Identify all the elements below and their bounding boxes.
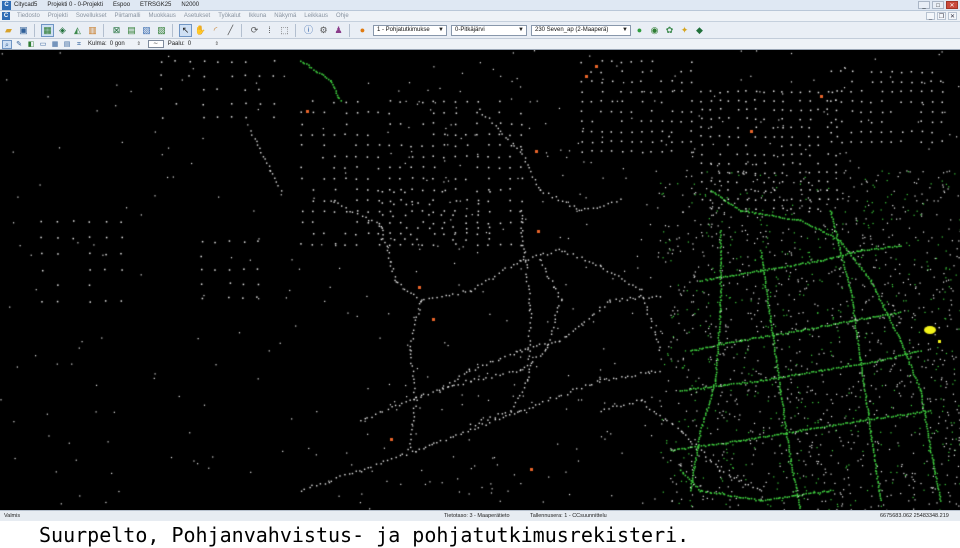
coordinate-readout: 6675683.062 25483348.219 [880,513,949,519]
zoom-icon[interactable]: ⌕ [2,39,12,49]
menu-applications[interactable]: Sovellukset [76,13,107,19]
arc-icon[interactable]: ◜ [209,24,222,37]
angle-label: Kulma: [88,41,107,47]
pencil-icon[interactable]: ✎ [14,40,24,49]
toolbar-separator [349,23,350,37]
menu-help[interactable]: Ohje [336,13,349,19]
menu-bar: C Tiedosto Projekti Sovellukset Piirtama… [0,11,960,22]
distance-spinner-icon[interactable]: ⇕ [214,40,220,48]
star-icon[interactable]: ✦ [678,24,691,37]
app-name: Citycad5 [14,2,38,8]
region-select-value: 0-Pitkäjärvi [455,27,485,33]
menu-view[interactable]: Näkymä [274,13,296,19]
menu-file[interactable]: Tiedosto [17,13,40,19]
title-bar: C Citycad5 Projekti 0 - 0-Projekti Espoo… [0,0,960,11]
pan-hand-icon[interactable]: ✋ [194,24,207,37]
close-button[interactable]: ✕ [946,1,958,9]
location-name: Espoo [113,2,131,8]
layer-icon[interactable]: ◧ [26,40,36,49]
doc-restore-button[interactable]: ❐ [937,12,946,20]
curve-toggle-icon[interactable]: ∼ [147,40,164,48]
layer-select[interactable]: 1 - Pohjatutkimukse ▼ [373,24,447,36]
help-icon[interactable]: ● [356,24,369,37]
slide-caption: Suurpelto, Pohjanvahvistus- ja pohjatutk… [0,522,960,548]
toolbar-separator [241,23,242,37]
map-view-icon[interactable]: ▤ [125,24,138,37]
maximize-button[interactable]: □ [932,1,944,9]
crs-name: ETRSGK25 [140,2,172,8]
properties-icon[interactable]: ⚙ [317,24,330,37]
doc-close-button[interactable]: ✕ [948,12,957,20]
menu-drawing-model[interactable]: Piirtamalli [115,13,141,19]
network-icon[interactable]: ✿ [663,24,676,37]
grid-icon[interactable]: ▦ [50,40,60,49]
toolbar-separator [172,23,173,37]
layer-select-value: 1 - Pohjatutkimukse [377,27,430,33]
green-globe-icon[interactable]: ● [633,24,646,37]
coord-select[interactable]: 230 Seven_ap (2-Maaperä) ▼ [531,24,631,36]
height-system: N2000 [181,2,200,8]
export-icon[interactable]: ◆ [693,24,706,37]
table-icon[interactable]: ▤ [62,40,72,49]
status-bar: Valmis Tietotaso: 3 - Maaperätieto Talle… [0,510,960,521]
menu-section[interactable]: Leikkaus [304,13,328,19]
main-toolbar: ▰ ▣ ▦ ◈ ◭ ▥ ⊠ ▤ ▧ ▨ ↖ ✋ ◜ ╱ ⟳ ⁞ ⬚ ⓘ ⚙ ♟ … [0,22,960,39]
grid-map-icon[interactable]: ▦ [41,23,54,37]
toolbar-separator [103,23,104,37]
secondary-toolbar: ⌕ ✎ ◧ ▭ ▦ ▤ ⌗ Kulma: 0 gon ⇕ ∼ Paalu: 0 … [0,39,960,50]
minimize-button[interactable]: _ [918,1,930,9]
chevron-down-icon: ▼ [518,26,524,33]
chevron-down-icon: ▼ [622,26,628,33]
box-select-icon[interactable]: ⬚ [278,24,291,37]
layers-icon[interactable]: ◈ [56,24,69,37]
zoom-extent-icon[interactable]: ⊠ [110,24,123,37]
menu-window[interactable]: Ikkuna [249,13,267,19]
map-canvas[interactable] [0,50,960,510]
app-logo-icon: C [2,0,11,10]
project-name: Projekti 0 - 0-Projekti [47,2,104,8]
document-window-controls: _ ❐ ✕ [926,12,957,20]
menu-settings[interactable]: Asetukset [184,13,210,19]
coord-select-value: 230 Seven_ap (2-Maaperä) [535,27,609,33]
save-icon[interactable]: ▣ [17,24,30,37]
distance-value[interactable]: 0 [188,41,214,47]
data-level: Tietotaso: 3 - Maaperätieto [444,513,510,519]
open-folder-icon[interactable]: ▰ [2,24,15,37]
user-icon[interactable]: ♟ [332,24,345,37]
window-controls: _ □ ✕ [918,1,958,9]
angle-value[interactable]: 0 gon [110,41,136,47]
distance-label: Paalu: [167,41,185,47]
status-text: Valmis [4,513,21,519]
database-icon[interactable]: ◉ [648,24,661,37]
chart-icon[interactable]: ▥ [86,24,99,37]
region-select[interactable]: 0-Pitkäjärvi ▼ [451,24,527,36]
angle-spinner-icon[interactable]: ⇕ [136,40,142,48]
chevron-down-icon: ▼ [438,26,444,33]
line-icon[interactable]: ╱ [224,24,237,37]
toolbar-separator [295,23,296,37]
terrain-icon[interactable]: ◭ [71,24,84,37]
save-target: Tallennusera: 1 - CCsuunnittelu [530,513,607,519]
dot-grid-icon[interactable]: ⁞ [263,24,276,37]
menu-edit[interactable]: Muokkaus [149,13,176,19]
document-icon: C [2,12,10,20]
doc-minimize-button[interactable]: _ [926,12,935,20]
raster-icon[interactable]: ▨ [155,24,168,37]
toolbar-separator [34,23,35,37]
menu-project[interactable]: Projekti [48,13,68,19]
tag-icon[interactable]: ⌗ [74,40,84,49]
rotate-icon[interactable]: ⟳ [248,24,261,37]
select-arrow-icon[interactable]: ↖ [179,23,192,37]
info-icon[interactable]: ⓘ [302,24,315,37]
image-icon[interactable]: ▧ [140,24,153,37]
menu-tools[interactable]: Työkalut [218,13,240,19]
borehole-map[interactable] [0,50,960,510]
clipboard-icon[interactable]: ▭ [38,40,48,49]
